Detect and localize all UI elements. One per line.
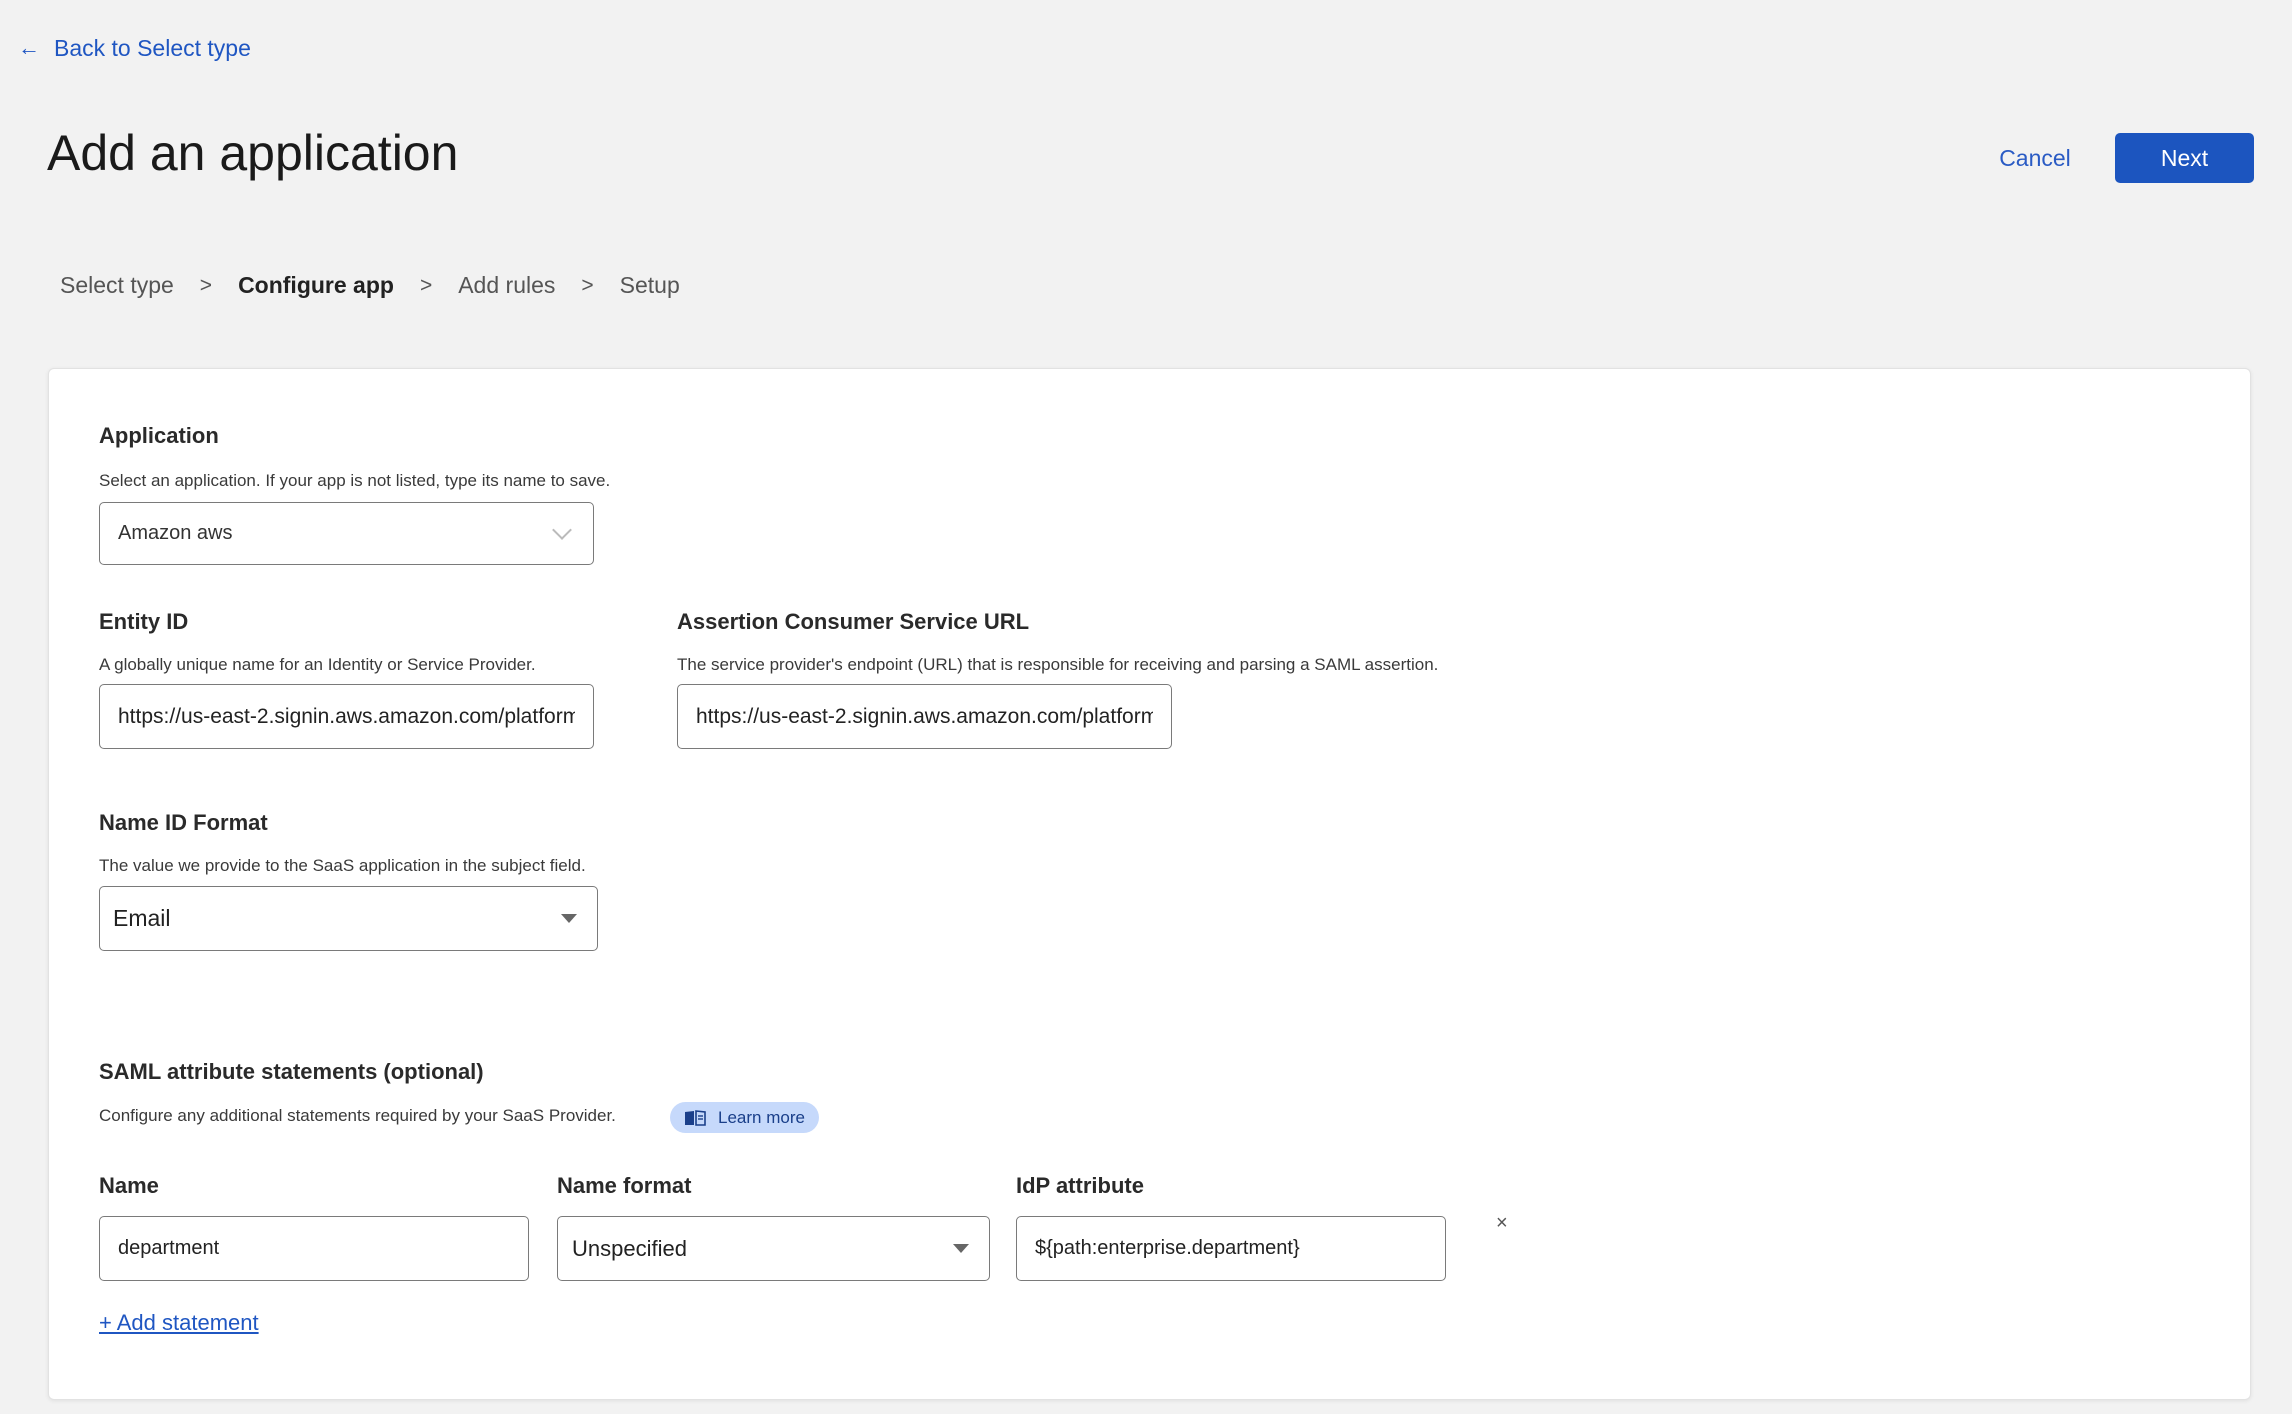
statement-name-input[interactable] — [118, 1237, 510, 1260]
entity-id-field[interactable] — [99, 684, 594, 749]
statement-name-format-select[interactable]: Unspecified — [557, 1216, 990, 1281]
step-add-rules: Add rules — [458, 272, 556, 298]
step-separator: > — [581, 273, 594, 297]
step-separator: > — [199, 273, 213, 297]
application-select[interactable]: Amazon aws — [99, 502, 594, 565]
acs-url-label: Assertion Consumer Service URL — [677, 609, 1030, 634]
back-to-select-type-link[interactable]: ← Back to Select type — [18, 33, 251, 63]
name-id-format-label: Name ID Format — [99, 810, 268, 835]
application-help: Select an application. If your app is no… — [99, 471, 611, 490]
step-configure-app: Configure app — [238, 272, 394, 298]
learn-more-button[interactable]: Learn more — [670, 1102, 819, 1133]
name-id-format-help: The value we provide to the SaaS applica… — [99, 856, 586, 875]
saml-attributes-help: Configure any additional statements requ… — [99, 1106, 616, 1125]
back-link-label: Back to Select type — [54, 34, 251, 61]
step-setup: Setup — [619, 272, 680, 298]
entity-id-help: A globally unique name for an Identity o… — [99, 655, 536, 674]
step-breadcrumb: Select type > Configure app > Add rules … — [60, 272, 680, 299]
name-id-format-value: Email — [113, 905, 171, 931]
acs-url-input[interactable] — [696, 704, 1153, 729]
add-statement-link[interactable]: + Add statement — [99, 1310, 259, 1336]
cancel-button[interactable]: Cancel — [1985, 138, 2085, 178]
saml-attributes-label: SAML attribute statements (optional) — [99, 1059, 484, 1084]
next-button[interactable]: Next — [2115, 133, 2254, 183]
acs-url-field[interactable] — [677, 684, 1172, 749]
column-idp-attribute-label: IdP attribute — [1016, 1173, 1144, 1198]
column-name-format-label: Name format — [557, 1173, 692, 1198]
statement-name-field[interactable] — [99, 1216, 529, 1281]
step-select-type: Select type — [60, 272, 174, 298]
acs-url-help: The service provider's endpoint (URL) th… — [677, 655, 1439, 674]
book-icon — [685, 1109, 706, 1126]
caret-down-icon — [953, 1244, 969, 1253]
remove-statement-icon[interactable]: × — [1496, 1212, 1508, 1235]
arrow-left-icon: ← — [18, 35, 40, 60]
learn-more-label: Learn more — [718, 1107, 805, 1127]
statement-idp-attribute-field[interactable] — [1016, 1216, 1446, 1281]
caret-down-icon — [561, 914, 577, 923]
application-select-value: Amazon aws — [118, 522, 233, 544]
chevron-down-icon — [552, 519, 572, 540]
name-id-format-select[interactable]: Email — [99, 886, 598, 951]
column-name-label: Name — [99, 1173, 159, 1198]
page-title: Add an application — [47, 125, 459, 181]
statement-idp-attribute-input[interactable] — [1035, 1237, 1427, 1260]
statement-name-format-value: Unspecified — [572, 1235, 687, 1261]
application-label: Application — [99, 423, 219, 448]
entity-id-input[interactable] — [118, 704, 575, 729]
step-separator: > — [419, 273, 433, 297]
entity-id-label: Entity ID — [99, 609, 189, 634]
